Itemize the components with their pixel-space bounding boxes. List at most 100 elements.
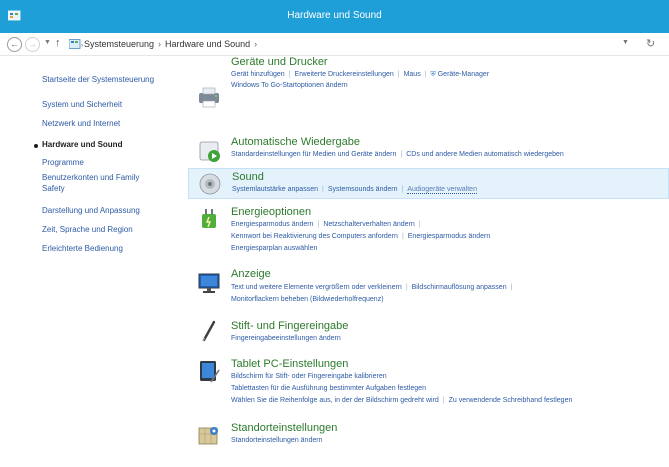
category-links-row: Fingereingabeeinstellungen ändern <box>231 335 341 342</box>
printer-icon[interactable] <box>196 84 222 110</box>
link-separator: | <box>397 71 400 78</box>
breadcrumb: Systemsteuerung › Hardware und Sound › <box>84 39 261 49</box>
link-separator: | <box>401 186 404 193</box>
category-stift-und-fingereingabe: Stift- und Fingereingabe Fingereingabeei… <box>188 314 669 349</box>
svg-text:›: › <box>81 43 83 49</box>
sidebar: Startseite der Systemsteuerung System un… <box>0 56 188 467</box>
breadcrumb-separator[interactable]: › <box>254 39 257 49</box>
link-geraete-manager[interactable]: Geräte-Manager <box>438 71 489 78</box>
speaker-icon[interactable] <box>197 171 223 197</box>
up-button[interactable]: ↑ <box>55 37 61 49</box>
category-links-row: Windows To Go-Startoptionen ändern <box>231 82 348 89</box>
title-bar: Hardware und Sound <box>0 0 669 33</box>
category-links-row: Energiesparmodus ändern | Netzschalterverh… <box>231 221 425 228</box>
link-separator: | <box>322 186 324 193</box>
link-cds-automatisch-wiedergeben[interactable]: CDs und andere Medien automatisch wieder… <box>406 151 564 158</box>
link-separator: | <box>510 284 513 291</box>
sidebar-item-hardware-und-sound[interactable]: Hardware und Sound <box>42 140 122 149</box>
link-tablettasten-festlegen[interactable]: Tablettasten für die Ausführung bestimmt… <box>231 385 426 392</box>
breadcrumb-systemsteuerung[interactable]: Systemsteuerung <box>84 39 154 49</box>
link-schreibhand-festlegen[interactable]: Zu verwendende Schreibhand festlegen <box>449 397 573 404</box>
category-links-row: Standorteinstellungen ändern <box>231 437 322 444</box>
link-maus[interactable]: Maus <box>404 71 421 78</box>
sidebar-item-system-und-sicherheit[interactable]: System und Sicherheit <box>42 100 122 109</box>
display-icon[interactable] <box>196 270 222 296</box>
link-erweiterte-druckereinstellungen[interactable]: Erweiterte Druckereinstellungen <box>295 71 394 78</box>
link-energiesparmodus-aendern[interactable]: Energiesparmodus ändern <box>231 221 314 228</box>
category-automatische-wiedergabe: Automatische Wiedergabe Standardeinstell… <box>188 126 669 164</box>
refresh-icon[interactable]: ↻ <box>646 37 655 50</box>
link-bildschirmaufloesung-anpassen[interactable]: Bildschirmauflösung anpassen <box>412 284 507 291</box>
address-bar: ← → ▼ ↑ › Systemsteuerung › Hardware und S… <box>0 33 669 56</box>
location-icon[interactable] <box>196 422 222 448</box>
sidebar-item-zeit-sprache-region[interactable]: Zeit, Sprache und Region <box>42 225 133 234</box>
link-geraet-hinzufuegen[interactable]: Gerät hinzufügen <box>231 71 285 78</box>
category-energieoptionen: Energieoptionen Energiesparmodus ändern |… <box>188 206 669 266</box>
category-links-row: Standardeinstellungen für Medien und Ger… <box>231 151 564 158</box>
link-bildschirm-kalibrieren[interactable]: Bildschirm für Stift- oder Fingereingabe… <box>231 373 387 380</box>
category-links-row: Text und weitere Elemente vergrößern ode… <box>231 284 516 291</box>
link-text-vergroessern[interactable]: Text und weitere Elemente vergrößern ode… <box>231 284 402 291</box>
category-links-row: Tablettasten für die Ausführung bestimmt… <box>231 385 426 392</box>
category-tablet-pc-einstellungen: Tablet PC-Einstellungen Bildschirm für S… <box>188 352 669 414</box>
category-title-automatische-wiedergabe[interactable]: Automatische Wiedergabe <box>231 136 360 148</box>
category-title-tablet-pc-einstellungen[interactable]: Tablet PC-Einstellungen <box>231 358 348 370</box>
sidebar-item-programme[interactable]: Programme <box>42 158 84 167</box>
category-standorteinstellungen: Standorteinstellungen Standorteinstellun… <box>188 418 669 452</box>
sidebar-item-benutzerkonten[interactable]: Benutzerkonten und Family <box>42 173 139 182</box>
category-geraete-und-drucker: Geräte und Drucker Gerät hinzufügen | Erwe… <box>188 56 669 126</box>
window-title: Hardware und Sound <box>287 10 382 21</box>
link-energiesparmodus-aendern-2[interactable]: Energiesparmodus ändern <box>408 233 491 240</box>
link-energiesparplan-auswaehlen[interactable]: Energiesparplan auswählen <box>231 245 317 252</box>
power-options-icon[interactable] <box>196 206 222 232</box>
autoplay-icon[interactable] <box>196 138 222 164</box>
breadcrumb-separator[interactable]: › <box>158 39 161 49</box>
back-button[interactable]: ← <box>7 37 22 52</box>
category-links-row: Monitorflackern beheben (Bildwiederholfr… <box>231 296 384 303</box>
link-audiogeraete-verwalten[interactable]: Audiogeräte verwalten <box>407 186 477 194</box>
shield-icon: ⛨ <box>430 71 438 78</box>
sidebar-item-erleichterte-bedienung[interactable]: Erleichterte Bedienung <box>42 244 123 253</box>
link-systemsounds-aendern[interactable]: Systemsounds ändern <box>328 186 398 193</box>
link-separator: | <box>400 151 403 158</box>
link-reihenfolge-bildschirm-drehen[interactable]: Wählen Sie die Reihenfolge aus, in der d… <box>231 397 439 404</box>
category-links-row: Kennwort bei Reaktivierung des Computers… <box>231 233 490 240</box>
category-links-row: Bildschirm für Stift- oder Fingereingabe… <box>231 373 387 380</box>
forward-button[interactable]: → <box>25 37 40 52</box>
content-area: Geräte und Drucker Gerät hinzufügen | Erwe… <box>188 56 669 467</box>
sidebar-item-startseite[interactable]: Startseite der Systemsteuerung <box>42 75 154 84</box>
link-separator: | <box>317 221 320 228</box>
category-title-geraete-und-drucker[interactable]: Geräte und Drucker <box>231 56 328 68</box>
link-monitorflackern-beheben[interactable]: Monitorflackern beheben (Bildwiederholfr… <box>231 296 384 303</box>
control-panel-crumb-icon[interactable]: › <box>69 39 83 49</box>
category-links-row: Energiesparplan auswählen <box>231 245 317 252</box>
category-title-energieoptionen[interactable]: Energieoptionen <box>231 206 311 218</box>
sidebar-item-safety[interactable]: Safety <box>42 184 65 193</box>
link-fingereingabeeinstellungen-aendern[interactable]: Fingereingabeeinstellungen ändern <box>231 335 341 342</box>
link-kennwort-bei-reaktivierung[interactable]: Kennwort bei Reaktivierung des Computers… <box>231 233 398 240</box>
tablet-icon[interactable] <box>196 358 222 384</box>
address-dropdown-icon[interactable]: ▼ <box>622 39 629 46</box>
link-systemlautstaerke-anpassen[interactable]: Systemlautstärke anpassen <box>232 186 318 193</box>
pen-icon[interactable] <box>196 318 222 344</box>
category-links-row: Gerät hinzufügen | Erweiterte Druckereinst… <box>231 71 489 79</box>
breadcrumb-hardware-und-sound[interactable]: Hardware und Sound <box>165 39 250 49</box>
category-title-stift-und-fingereingabe[interactable]: Stift- und Fingereingabe <box>231 320 348 332</box>
link-windows-to-go[interactable]: Windows To Go-Startoptionen ändern <box>231 82 348 89</box>
category-title-standorteinstellungen[interactable]: Standorteinstellungen <box>231 422 337 434</box>
active-item-bullet <box>34 144 38 148</box>
link-standardeinstellungen-medien[interactable]: Standardeinstellungen für Medien und Ger… <box>231 151 396 158</box>
link-netzschalterverhalten-aendern[interactable]: Netzschalterverhalten ändern <box>323 221 414 228</box>
sidebar-item-netzwerk-und-internet[interactable]: Netzwerk und Internet <box>42 119 120 128</box>
link-separator: | <box>424 71 427 78</box>
link-separator: | <box>405 284 408 291</box>
sidebar-item-darstellung[interactable]: Darstellung und Anpassung <box>42 206 140 215</box>
recent-pages-dropdown-icon[interactable]: ▼ <box>44 39 51 46</box>
link-separator: | <box>442 397 445 404</box>
category-sound[interactable]: Sound Systemlautstärke anpassen | Systemso… <box>188 168 669 199</box>
link-standorteinstellungen-aendern[interactable]: Standorteinstellungen ändern <box>231 437 322 444</box>
link-separator: | <box>418 221 421 228</box>
link-separator: | <box>288 71 291 78</box>
category-title-sound[interactable]: Sound <box>232 171 264 183</box>
category-title-anzeige[interactable]: Anzeige <box>231 268 271 280</box>
